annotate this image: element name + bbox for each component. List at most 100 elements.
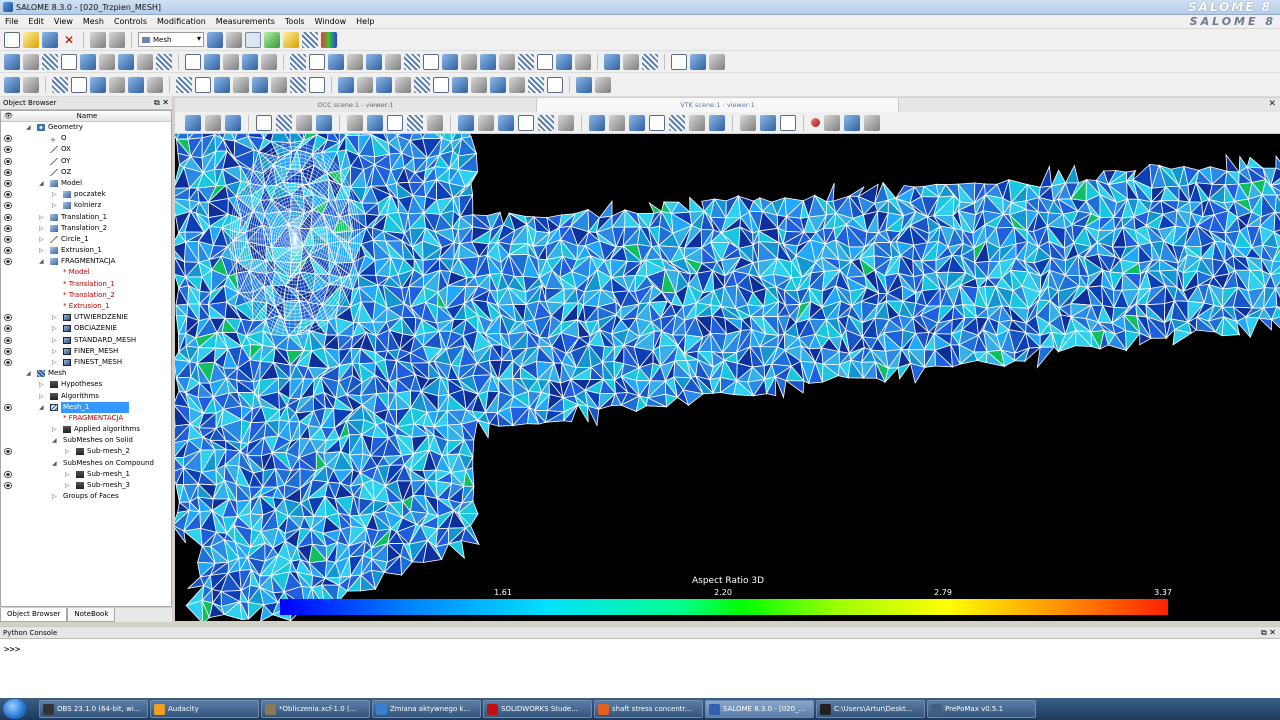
collapse-arrow-icon[interactable]: ◢ [39,178,44,189]
mesh-tool-8-icon[interactable] [137,53,153,70]
tree-item[interactable]: ◢ Model [1,178,171,189]
modify-tool-6-icon[interactable] [109,76,125,93]
visibility-slot[interactable] [4,281,12,288]
visibility-slot[interactable] [4,415,12,422]
mesh-tool-6-icon[interactable] [99,53,115,70]
vtk-viewport[interactable]: Aspect Ratio 3D 1.61 2.20 2.79 3.37 [175,134,1280,621]
reset-icon[interactable] [649,114,665,131]
tree-item[interactable]: ▷ Algorithms [1,391,171,402]
modify-tool-8-icon[interactable] [147,76,163,93]
visibility-eye-icon[interactable] [4,482,12,489]
expand-arrow-icon[interactable]: ▷ [39,223,44,234]
mesh-tool-31-icon[interactable] [604,53,620,70]
left-icon[interactable] [538,114,554,131]
global-pan-icon[interactable] [407,114,423,131]
mesh-tool-14-icon[interactable] [261,53,277,70]
modify-tool-1-icon[interactable] [4,76,20,93]
modify-tool-22-icon[interactable] [433,76,449,93]
tree-item[interactable]: ▷ poczatek [1,189,171,200]
tree-item[interactable]: ◢ Mesh [1,368,171,379]
visibility-slot[interactable] [4,460,12,467]
stop-icon[interactable] [864,114,880,131]
visibility-slot[interactable] [4,370,12,377]
modify-tool-20-icon[interactable] [395,76,411,93]
mesh-tool-18-icon[interactable] [347,53,363,70]
tree-item[interactable]: ▷ Translation_2 [1,223,171,234]
expand-arrow-icon[interactable]: ▷ [65,446,70,457]
tree-item[interactable]: OY [1,156,171,167]
tab-notebook[interactable]: NoteBook [67,608,116,622]
fit-area-icon[interactable] [276,114,292,131]
visibility-slot[interactable] [4,292,12,299]
modify-tool-7-icon[interactable] [128,76,144,93]
modify-tool-15-icon[interactable] [290,76,306,93]
mesh-tool-22-icon[interactable] [423,53,439,70]
tree-item[interactable]: ▷ Hypotheses [1,379,171,390]
visibility-slot[interactable] [4,381,12,388]
object-browser-tree[interactable]: 👁 Name ◢ Geometry + O OX OY OZ ◢ Model ▷ poczatek ▷… [0,110,172,607]
top-icon[interactable] [498,114,514,131]
tree-item[interactable]: ◢ Mesh_1 [1,401,171,413]
clipping-icon[interactable] [709,114,725,131]
visibility-eye-icon[interactable] [4,403,12,411]
save-icon[interactable] [42,31,58,48]
rotate-icon[interactable] [427,114,443,131]
modify-tool-9-icon[interactable] [176,76,192,93]
expand-arrow-icon[interactable]: ▷ [52,346,57,357]
tree-item[interactable]: ◢ SubMeshes on Compound [1,458,171,469]
mesh-tool-16-icon[interactable] [309,53,325,70]
tab-occ-viewer[interactable]: OCC scene:1 - viewer:1 [175,98,537,112]
start-button[interactable] [3,699,27,719]
visibility-eye-icon[interactable] [4,470,12,478]
taskbar-button[interactable]: OBS 23.1.0 (64-bit, wi... [39,700,148,718]
tree-item[interactable]: ▷ Sub-mesh_1 [1,469,171,480]
expand-arrow-icon[interactable]: ▷ [52,189,57,200]
tree-item[interactable]: OX [1,144,171,155]
tree-item[interactable]: ▷ FINEST_MESH [1,357,171,368]
collapse-arrow-icon[interactable]: ◢ [39,402,44,413]
mesh-tool-13-icon[interactable] [242,53,258,70]
mesh-tool-25-icon[interactable] [480,53,496,70]
modify-tool-2-icon[interactable] [23,76,39,93]
tree-item[interactable]: OZ [1,167,171,178]
visibility-eye-icon[interactable] [4,325,12,333]
modify-tool-16-icon[interactable] [309,76,325,93]
mesh-tool-17-icon[interactable] [328,53,344,70]
tree-item[interactable]: ▷ Sub-mesh_3 [1,480,171,491]
expand-arrow-icon[interactable]: ▷ [39,245,44,256]
play-icon[interactable] [824,114,840,131]
tree-item[interactable]: ▷ Circle_1 [1,234,171,245]
modify-tool-30-icon[interactable] [595,76,611,93]
modify-tool-24-icon[interactable] [471,76,487,93]
expand-arrow-icon[interactable]: ▷ [39,379,44,390]
expand-arrow-icon[interactable]: ▷ [52,357,57,368]
mesh-tool-24-icon[interactable] [461,53,477,70]
tree-item[interactable]: ◢ Geometry [1,122,171,133]
collapse-arrow-icon[interactable]: ◢ [26,122,31,133]
expand-arrow-icon[interactable]: ▷ [52,312,57,323]
zoom-icon[interactable] [367,114,383,131]
mesh-tool-23-icon[interactable] [442,53,458,70]
parametric-module-icon[interactable] [321,31,337,48]
menu-window[interactable]: Window [310,17,352,26]
mesh-tool-11-icon[interactable] [204,53,220,70]
taskbar-button[interactable]: Audacity [150,700,259,718]
menu-mesh[interactable]: Mesh [78,17,109,26]
mesh-tool-5-icon[interactable] [80,53,96,70]
rotation-point-icon[interactable] [347,114,363,131]
visibility-eye-icon[interactable] [4,314,12,322]
menu-tools[interactable]: Tools [280,17,310,26]
geometry-module-icon[interactable] [207,31,223,48]
tree-item[interactable]: ▷ Groups of Faces [1,491,171,502]
copy-icon[interactable] [90,31,106,48]
perspective-icon[interactable] [780,114,796,131]
taskbar-button[interactable]: PrePoMax v0.5.1 [927,700,1036,718]
tab-vtk-viewer[interactable]: VTK scene:1 - viewer:1 [537,98,899,112]
expand-arrow-icon[interactable]: ▷ [52,491,57,502]
modify-tool-18-icon[interactable] [357,76,373,93]
expand-arrow-icon[interactable]: ▷ [52,424,57,435]
mesh-tool-7-icon[interactable] [118,53,134,70]
close-document-icon[interactable]: ✕ [61,32,77,48]
visibility-eye-icon[interactable] [4,235,12,243]
mesh-tool-26-icon[interactable] [499,53,515,70]
